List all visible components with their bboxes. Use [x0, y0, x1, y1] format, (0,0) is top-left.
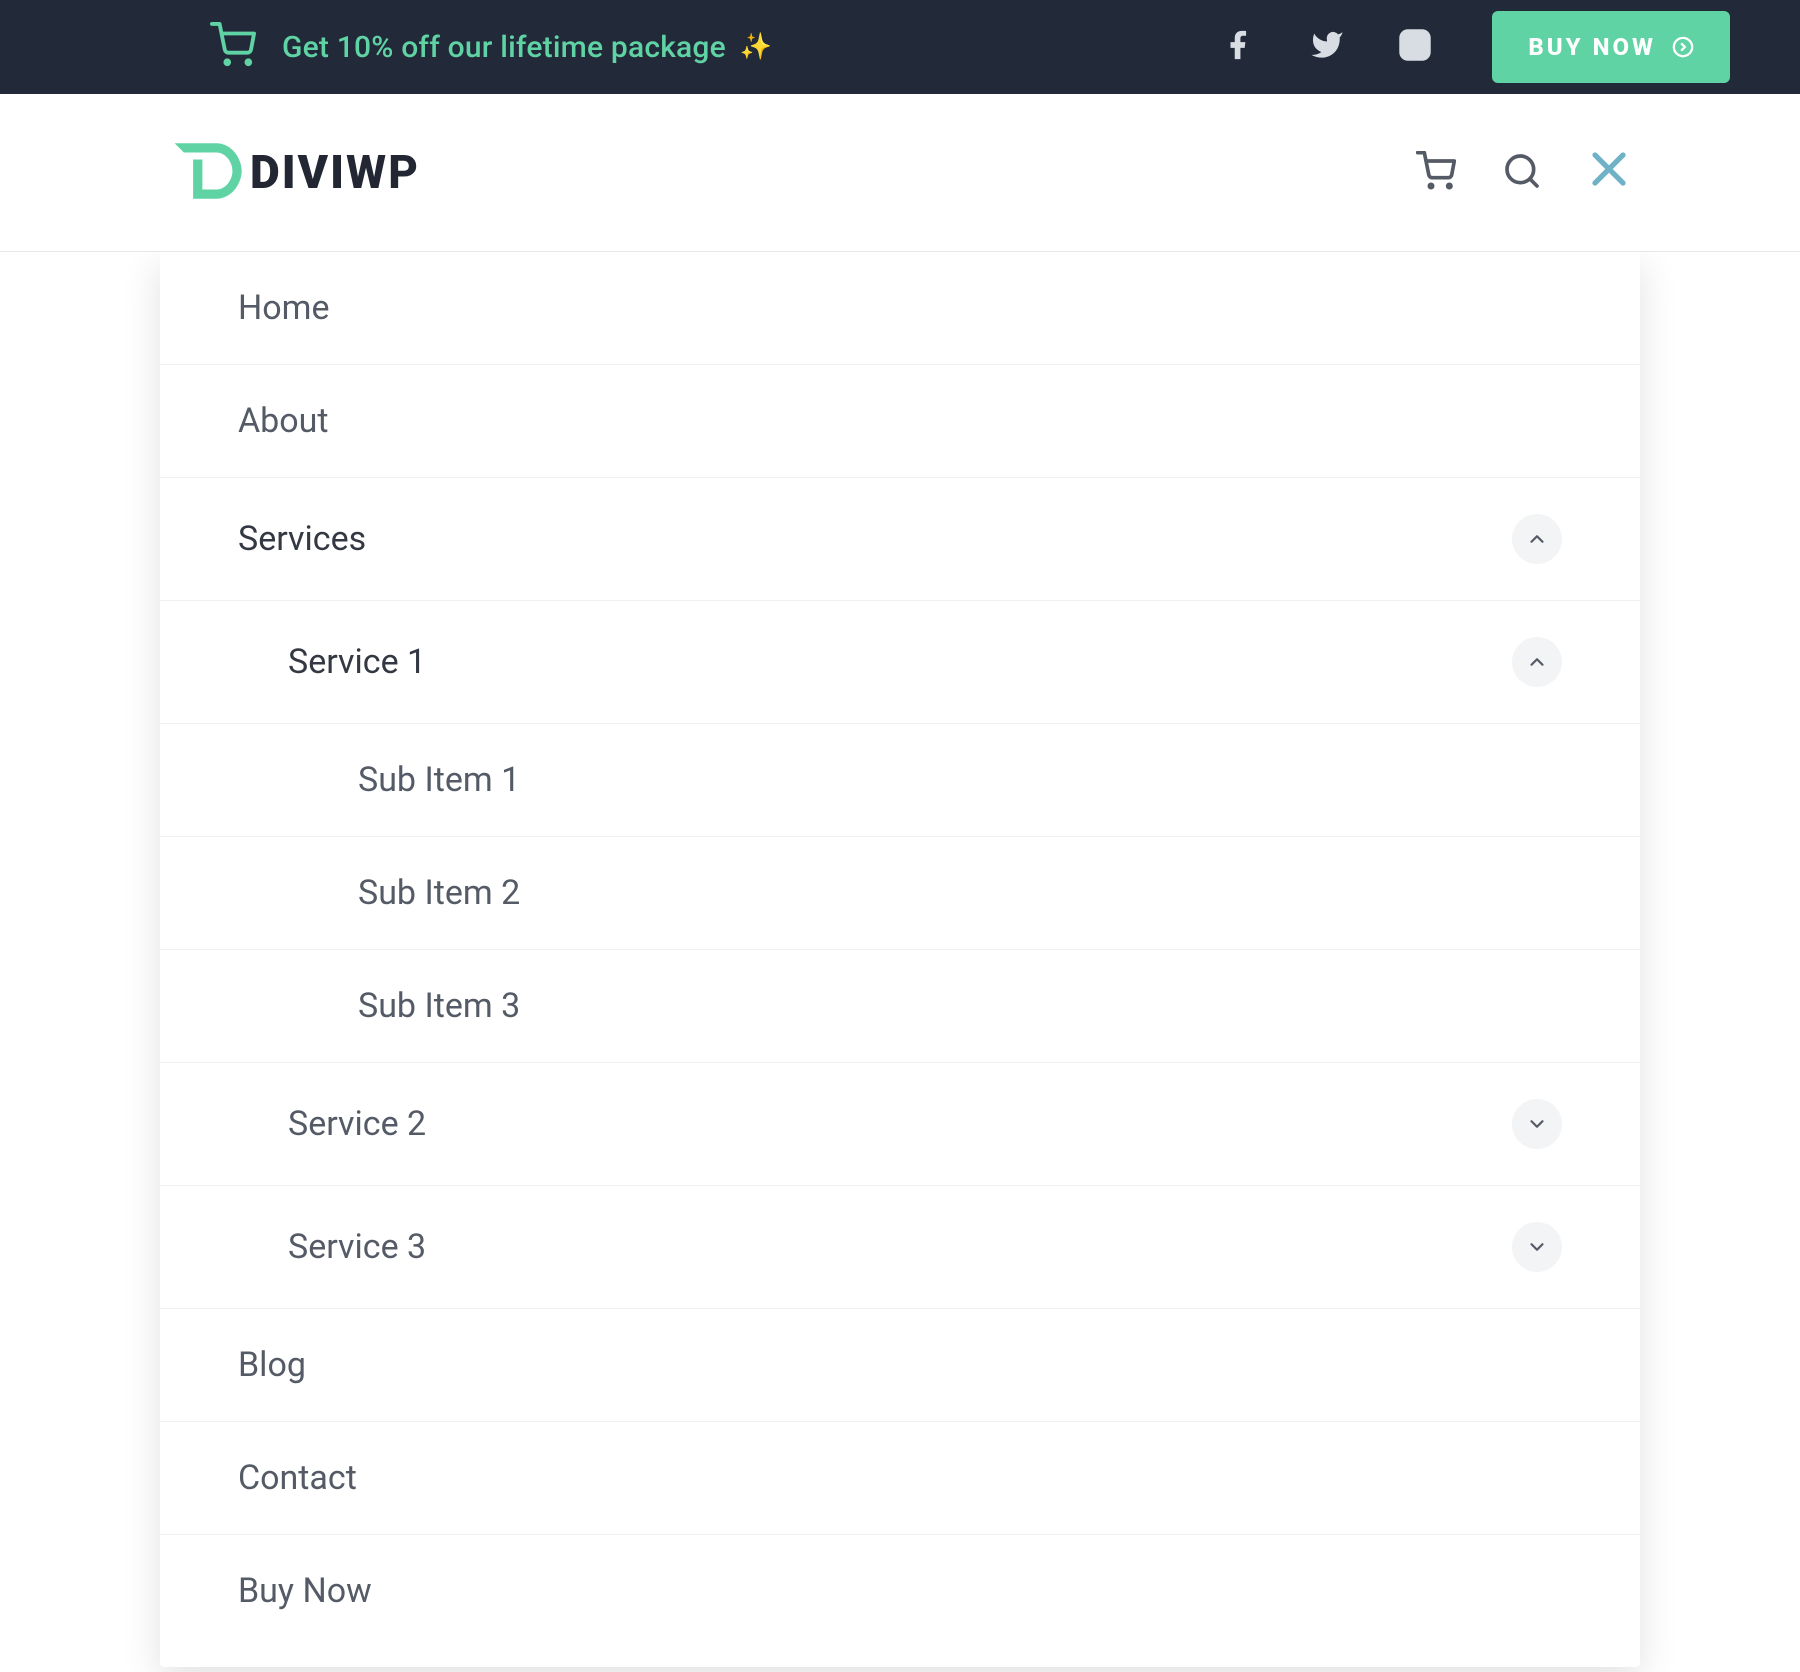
facebook-icon[interactable] — [1222, 28, 1256, 66]
site-logo[interactable]: DIVIWP — [170, 134, 420, 212]
menu-item-label: Service 3 — [288, 1227, 426, 1267]
menu-item-label: Sub Item 2 — [358, 873, 520, 913]
menu-item-label: Service 1 — [288, 642, 426, 682]
menu-item-label: Contact — [238, 1458, 357, 1498]
logo-mark-icon — [170, 134, 244, 212]
sparkle-icon: ✨ — [740, 32, 773, 62]
menu-item-service-2[interactable]: Service 2 — [160, 1063, 1640, 1186]
mobile-menu-panel: Home About Services Service 1 Sub Item 1… — [160, 252, 1640, 1667]
menu-item-about[interactable]: About — [160, 365, 1640, 478]
menu-item-label: Service 2 — [288, 1104, 426, 1144]
menu-item-service-1[interactable]: Service 1 — [160, 601, 1640, 724]
menu-item-label: About — [238, 401, 329, 441]
close-menu-icon[interactable] — [1588, 147, 1630, 199]
menu-item-home[interactable]: Home — [160, 252, 1640, 365]
menu-item-label: Sub Item 1 — [358, 760, 520, 800]
search-icon[interactable] — [1502, 151, 1542, 195]
site-header: DIVIWP — [0, 94, 1800, 252]
menu-item-service-3[interactable]: Service 3 — [160, 1186, 1640, 1309]
menu-item-label: Home — [238, 288, 330, 328]
menu-item-label: Blog — [238, 1345, 306, 1385]
menu-item-blog[interactable]: Blog — [160, 1309, 1640, 1422]
menu-item-label: Sub Item 3 — [358, 986, 520, 1026]
logo-text: DIVIWP — [250, 146, 420, 200]
menu-item-sub-2[interactable]: Sub Item 2 — [160, 837, 1640, 950]
instagram-icon[interactable] — [1398, 28, 1432, 66]
menu-item-label: Services — [238, 519, 366, 559]
promo-topbar: Get 10% off our lifetime package ✨ BUY N… — [0, 0, 1800, 94]
promo-text[interactable]: Get 10% off our lifetime package — [282, 30, 726, 65]
header-cart-icon[interactable] — [1416, 151, 1456, 195]
menu-item-label: Buy Now — [238, 1571, 372, 1611]
menu-item-sub-1[interactable]: Sub Item 1 — [160, 724, 1640, 837]
chevron-down-icon[interactable] — [1512, 1222, 1562, 1272]
menu-item-sub-3[interactable]: Sub Item 3 — [160, 950, 1640, 1063]
menu-item-contact[interactable]: Contact — [160, 1422, 1640, 1535]
buy-now-label: BUY NOW — [1528, 33, 1656, 61]
buy-now-button[interactable]: BUY NOW — [1492, 11, 1730, 83]
menu-item-buy-now[interactable]: Buy Now — [160, 1535, 1640, 1647]
cart-icon — [210, 22, 256, 72]
twitter-icon[interactable] — [1310, 28, 1344, 66]
chevron-down-icon[interactable] — [1512, 1099, 1562, 1149]
chevron-up-icon[interactable] — [1512, 637, 1562, 687]
chevron-up-icon[interactable] — [1512, 514, 1562, 564]
menu-item-services[interactable]: Services — [160, 478, 1640, 601]
